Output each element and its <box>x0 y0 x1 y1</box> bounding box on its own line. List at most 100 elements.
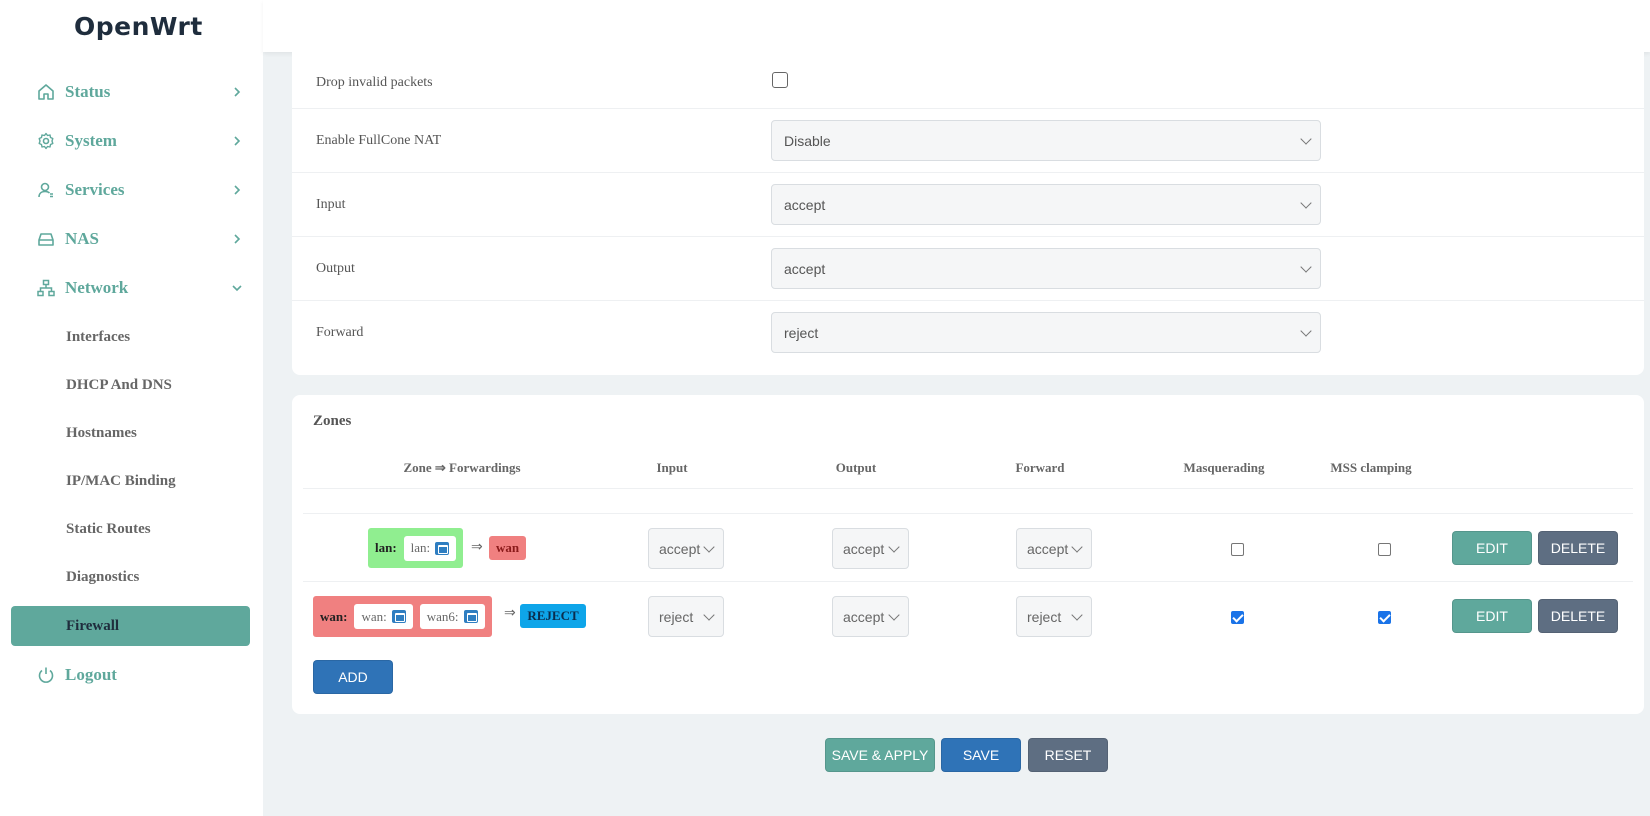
add-zone-button[interactable]: ADD <box>313 660 393 694</box>
sidebar-item-label: NAS <box>65 229 100 248</box>
sidebar-item-ip-mac-binding[interactable]: IP/MAC Binding <box>11 461 250 501</box>
chevron-down-icon <box>1300 324 1312 337</box>
select-value: reject <box>784 324 819 341</box>
sidebar-sub-label: Hostnames <box>66 424 137 441</box>
zone-badge-lan[interactable]: lan: lan: <box>368 528 464 568</box>
sidebar-item-label: System <box>65 131 117 150</box>
zone-name: wan: <box>320 608 348 624</box>
sidebar-sub-label: Diagnostics <box>66 568 140 585</box>
zone-output-select[interactable]: accept <box>832 528 909 569</box>
zone-name: lan: <box>375 540 397 555</box>
chevron-down-icon <box>888 608 900 621</box>
home-icon <box>38 84 54 100</box>
forward-arrow: ⇒ <box>471 540 483 555</box>
sidebar-item-diagnostics[interactable]: Diagnostics <box>11 557 250 597</box>
forward-policy-select[interactable]: reject <box>771 312 1321 353</box>
sidebar-item-static-routes[interactable]: Static Routes <box>11 509 250 549</box>
zone-input-select[interactable]: accept <box>648 528 724 569</box>
network-name: lan: <box>410 540 431 555</box>
chevron-down-icon <box>703 540 715 553</box>
select-value: accept <box>784 196 826 213</box>
zone-general-settings-panel: Drop invalid packets Enable FullCone NAT… <box>292 52 1644 375</box>
mss-clamping-checkbox[interactable] <box>1378 543 1391 556</box>
setting-label: Enable FullCone NAT <box>316 133 442 148</box>
chevron-down-icon <box>888 540 900 553</box>
sidebar-item-services[interactable]: Services <box>0 170 263 210</box>
chevron-right-icon <box>234 234 241 244</box>
select-value: Disable <box>784 132 831 149</box>
sidebar-item-network[interactable]: Network <box>0 268 263 308</box>
column-header-masquerading: Masquerading <box>1183 460 1265 475</box>
select-value: reject <box>659 608 694 625</box>
network-port-icon <box>391 610 406 623</box>
divider <box>303 581 1633 582</box>
zone-badge-wan[interactable]: wan: wan: wan6: <box>313 596 492 637</box>
brand-logo[interactable]: OpenWrt <box>74 12 203 41</box>
zone-network: wan6: <box>419 604 485 629</box>
forward-target-wan: wan <box>489 536 526 560</box>
network-name: wan: <box>361 608 387 624</box>
sidebar: OpenWrt Status System Services NAS Netwo… <box>0 0 263 816</box>
column-header-zone: Zone ⇒ Forwardings <box>403 460 521 475</box>
save-apply-button[interactable]: SAVE & APPLY <box>825 738 935 772</box>
network-name: wan6: <box>426 608 459 624</box>
sidebar-item-nas[interactable]: NAS <box>0 219 263 259</box>
zones-title: Zones <box>313 413 352 429</box>
drive-icon <box>38 233 54 246</box>
zone-output-select[interactable]: accept <box>832 596 909 637</box>
mss-clamping-checkbox[interactable] <box>1378 611 1391 624</box>
sidebar-sub-label: Static Routes <box>66 520 151 537</box>
fullcone-select[interactable]: Disable <box>771 120 1321 161</box>
input-policy-select[interactable]: accept <box>771 184 1321 225</box>
zone-forward-select[interactable]: reject <box>1016 596 1092 637</box>
select-value: accept <box>659 540 701 557</box>
chevron-down-icon <box>1300 132 1312 145</box>
column-header-mss-clamping: MSS clamping <box>1330 460 1412 475</box>
sidebar-sub-label: Firewall <box>66 617 120 634</box>
sidebar-item-dhcp-dns[interactable]: DHCP And DNS <box>11 365 250 405</box>
column-header-input: Input <box>656 460 688 475</box>
chevron-right-icon <box>234 87 241 97</box>
column-header-forward: Forward <box>1015 460 1065 475</box>
delete-zone-button[interactable]: DELETE <box>1538 531 1618 565</box>
edit-zone-button[interactable]: EDIT <box>1452 531 1532 565</box>
zone-input-select[interactable]: reject <box>648 596 724 637</box>
chevron-down-icon <box>232 285 242 292</box>
sidebar-item-label: Services <box>65 180 125 199</box>
sidebar-item-system[interactable]: System <box>0 121 263 161</box>
chevron-right-icon <box>234 136 241 146</box>
output-policy-select[interactable]: accept <box>771 248 1321 289</box>
sidebar-item-hostnames[interactable]: Hostnames <box>11 413 250 453</box>
network-icon <box>37 279 55 297</box>
sidebar-item-logout[interactable]: Logout <box>0 655 263 695</box>
select-value: accept <box>843 608 885 625</box>
masquerading-checkbox[interactable] <box>1231 611 1244 624</box>
network-port-icon <box>463 610 478 623</box>
chevron-down-icon <box>1300 196 1312 209</box>
sidebar-item-interfaces[interactable]: Interfaces <box>11 317 250 357</box>
setting-row-fullcone: Enable FullCone NAT Disable <box>292 109 1644 173</box>
forward-target-reject: REJECT <box>520 604 586 628</box>
divider <box>303 488 1633 489</box>
sidebar-item-status[interactable]: Status <box>0 72 263 112</box>
setting-label: Output <box>316 261 355 276</box>
sidebar-item-firewall[interactable]: Firewall <box>11 606 250 646</box>
drop-invalid-checkbox[interactable] <box>772 72 788 88</box>
power-icon <box>38 667 54 683</box>
masquerading-checkbox[interactable] <box>1231 543 1244 556</box>
reset-button[interactable]: RESET <box>1028 738 1108 772</box>
save-button[interactable]: SAVE <box>941 738 1021 772</box>
user-icon <box>38 182 53 198</box>
sidebar-item-label: Status <box>65 82 111 101</box>
zone-forward-select[interactable]: accept <box>1016 528 1092 569</box>
divider <box>303 513 1633 514</box>
sidebar-item-label: Network <box>65 278 129 297</box>
zones-panel: Zones Zone ⇒ Forwardings Input Output Fo… <box>292 395 1644 714</box>
zone-network: wan: <box>354 604 413 629</box>
setting-row-output: Output accept <box>292 237 1644 301</box>
delete-zone-button[interactable]: DELETE <box>1538 599 1618 633</box>
select-value: accept <box>784 260 826 277</box>
select-value: accept <box>843 540 885 557</box>
chevron-down-icon <box>1071 608 1083 621</box>
edit-zone-button[interactable]: EDIT <box>1452 599 1532 633</box>
